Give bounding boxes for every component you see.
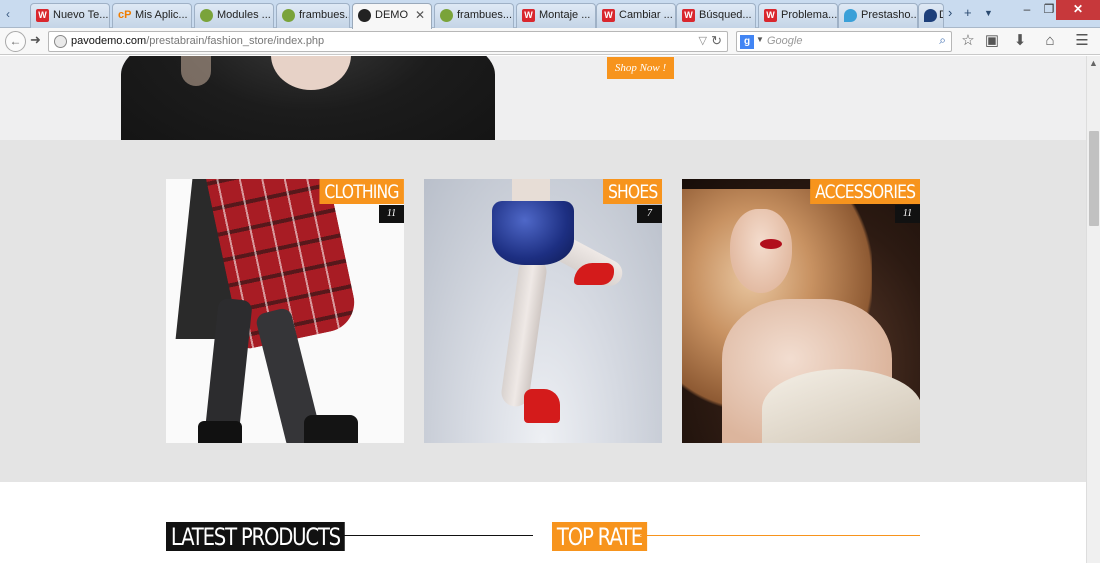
url-dropdown-icon[interactable]: ▽ bbox=[699, 34, 707, 47]
tab-label: D bbox=[939, 9, 943, 21]
raspberry-icon bbox=[200, 9, 213, 22]
search-engine-caret-icon[interactable]: ▼ bbox=[756, 35, 764, 44]
tab-label: Nuevo Te... bbox=[53, 9, 109, 21]
tab-nuevo-te[interactable]: W Nuevo Te... bbox=[30, 3, 110, 28]
menu-icon[interactable]: ☰ bbox=[1072, 32, 1092, 50]
dress-shape bbox=[762, 369, 920, 443]
home-icon[interactable]: ⌂ bbox=[1040, 32, 1060, 50]
cpanel-icon: cP bbox=[118, 9, 132, 21]
tab-label: Mis Aplic... bbox=[135, 9, 188, 21]
tab-prestasho[interactable]: Prestasho... bbox=[838, 3, 918, 28]
drop-icon bbox=[924, 9, 937, 22]
tab-problema[interactable]: W Problema... bbox=[758, 3, 838, 28]
scrollbar-thumb[interactable] bbox=[1089, 131, 1099, 226]
shoes-image bbox=[424, 179, 662, 443]
clipboard-icon[interactable]: ▣ bbox=[982, 32, 1002, 50]
w-icon: W bbox=[522, 9, 535, 22]
tab-label: DEMO bbox=[375, 9, 408, 21]
raspberry-icon bbox=[282, 9, 295, 22]
tab-partial[interactable]: D bbox=[918, 3, 944, 28]
heart-icon bbox=[844, 9, 857, 22]
tab-montaje[interactable]: W Montaje ... bbox=[516, 3, 596, 28]
forward-arrow-icon[interactable]: ➜ bbox=[30, 32, 41, 48]
scroll-up-icon[interactable]: ▲ bbox=[1089, 58, 1098, 68]
tab-mis-aplic[interactable]: cP Mis Aplic... bbox=[112, 3, 192, 28]
lips-shape bbox=[760, 239, 782, 249]
tab-modules[interactable]: Modules ... bbox=[194, 3, 274, 28]
url-domain: pavodemo.com bbox=[71, 35, 147, 47]
leg-shape bbox=[499, 255, 549, 409]
tab-scroll-right-icon[interactable]: › bbox=[948, 5, 952, 21]
tab-strip: ‹ W Nuevo Te... cP Mis Aplic... Modules … bbox=[0, 0, 1100, 29]
raspberry-icon bbox=[440, 9, 453, 22]
tab-label: Montaje ... bbox=[539, 9, 591, 21]
new-tab-icon[interactable]: + bbox=[964, 5, 972, 21]
tab-label: Modules ... bbox=[217, 9, 271, 21]
tab-demo[interactable]: DEMO ✕ bbox=[352, 3, 432, 29]
w-icon: W bbox=[36, 9, 49, 22]
heading-divider bbox=[640, 535, 920, 536]
search-placeholder: Google bbox=[767, 35, 803, 47]
demo-icon bbox=[358, 9, 371, 22]
url-text: pavodemo.com/prestabrain/fashion_store/i… bbox=[71, 35, 324, 47]
category-band: CLOTHING 11 SHOES 7 ACCESSORIES 11 bbox=[0, 140, 1086, 482]
category-title[interactable]: CLOTHING bbox=[319, 179, 404, 204]
category-count: 11 bbox=[895, 205, 920, 223]
category-card-clothing[interactable]: CLOTHING 11 bbox=[166, 179, 404, 443]
close-tab-icon[interactable]: ✕ bbox=[415, 4, 425, 26]
boot-shape bbox=[304, 415, 358, 443]
shop-now-button[interactable]: Shop Now ! bbox=[607, 57, 674, 79]
dress-shape bbox=[492, 201, 574, 265]
boot-shape bbox=[198, 421, 242, 443]
tab-cambiar[interactable]: W Cambiar ... bbox=[596, 3, 676, 28]
w-icon: W bbox=[682, 9, 695, 22]
tab-scroll-left-icon[interactable]: ‹ bbox=[0, 5, 16, 23]
search-bar[interactable]: g ▼ Google ⌕ bbox=[736, 31, 952, 52]
download-icon[interactable]: ⬇ bbox=[1010, 32, 1030, 50]
category-card-shoes[interactable]: SHOES 7 bbox=[424, 179, 662, 443]
tab-frambues-1[interactable]: frambues... bbox=[276, 3, 350, 28]
back-arrow-icon[interactable]: ← bbox=[5, 31, 26, 52]
tab-label: Prestasho... bbox=[861, 9, 918, 21]
hair-shape bbox=[181, 56, 211, 86]
tab-frambues-2[interactable]: frambues... bbox=[434, 3, 514, 28]
shoe-shape bbox=[524, 389, 560, 423]
category-title[interactable]: ACCESSORIES bbox=[809, 179, 920, 204]
vertical-scrollbar[interactable]: ▲ bbox=[1086, 56, 1100, 563]
search-icon[interactable]: ⌕ bbox=[939, 33, 946, 48]
heading-divider bbox=[340, 535, 533, 536]
url-path: /prestabrain/fashion_store/index.php bbox=[146, 35, 325, 47]
hero-banner: Shop Now ! bbox=[0, 56, 1086, 140]
tab-label: Problema... bbox=[781, 9, 838, 21]
tab-list-icon[interactable]: ▼ bbox=[984, 5, 993, 21]
globe-icon bbox=[54, 35, 67, 48]
tab-busqued[interactable]: W Búsqued... bbox=[676, 3, 756, 28]
tab-label: Búsqued... bbox=[699, 9, 752, 21]
google-icon[interactable]: g bbox=[740, 35, 754, 49]
url-bar[interactable]: pavodemo.com/prestabrain/fashion_store/i… bbox=[48, 31, 728, 52]
reload-icon[interactable]: ↻ bbox=[711, 33, 722, 49]
product-sections: LATEST PRODUCTS TOP RATE bbox=[0, 482, 1086, 563]
category-count: 7 bbox=[637, 205, 662, 223]
hero-model-image bbox=[121, 56, 495, 140]
category-card-accessories[interactable]: ACCESSORIES 11 bbox=[682, 179, 920, 443]
navigation-toolbar: ← ➜ pavodemo.com/prestabrain/fashion_sto… bbox=[0, 28, 1100, 55]
latest-products-heading: LATEST PRODUCTS bbox=[166, 522, 345, 551]
clothing-image bbox=[166, 179, 404, 443]
w-icon: W bbox=[764, 9, 777, 22]
tab-label: Cambiar ... bbox=[619, 9, 673, 21]
page-viewport: Shop Now ! CLOTHING 11 SHOES 7 ACCESSORI… bbox=[0, 56, 1086, 563]
tab-label: frambues... bbox=[457, 9, 513, 21]
tab-label: frambues... bbox=[299, 9, 350, 21]
shoe-shape bbox=[574, 263, 614, 285]
top-rate-heading: TOP RATE bbox=[552, 522, 647, 551]
bookmark-star-icon[interactable]: ☆ bbox=[958, 32, 978, 50]
category-count: 11 bbox=[379, 205, 404, 223]
face-shape bbox=[730, 209, 792, 293]
accessories-image bbox=[682, 179, 920, 443]
close-window-icon[interactable]: ✕ bbox=[1056, 0, 1100, 20]
category-title[interactable]: SHOES bbox=[602, 179, 662, 204]
w-icon: W bbox=[602, 9, 615, 22]
